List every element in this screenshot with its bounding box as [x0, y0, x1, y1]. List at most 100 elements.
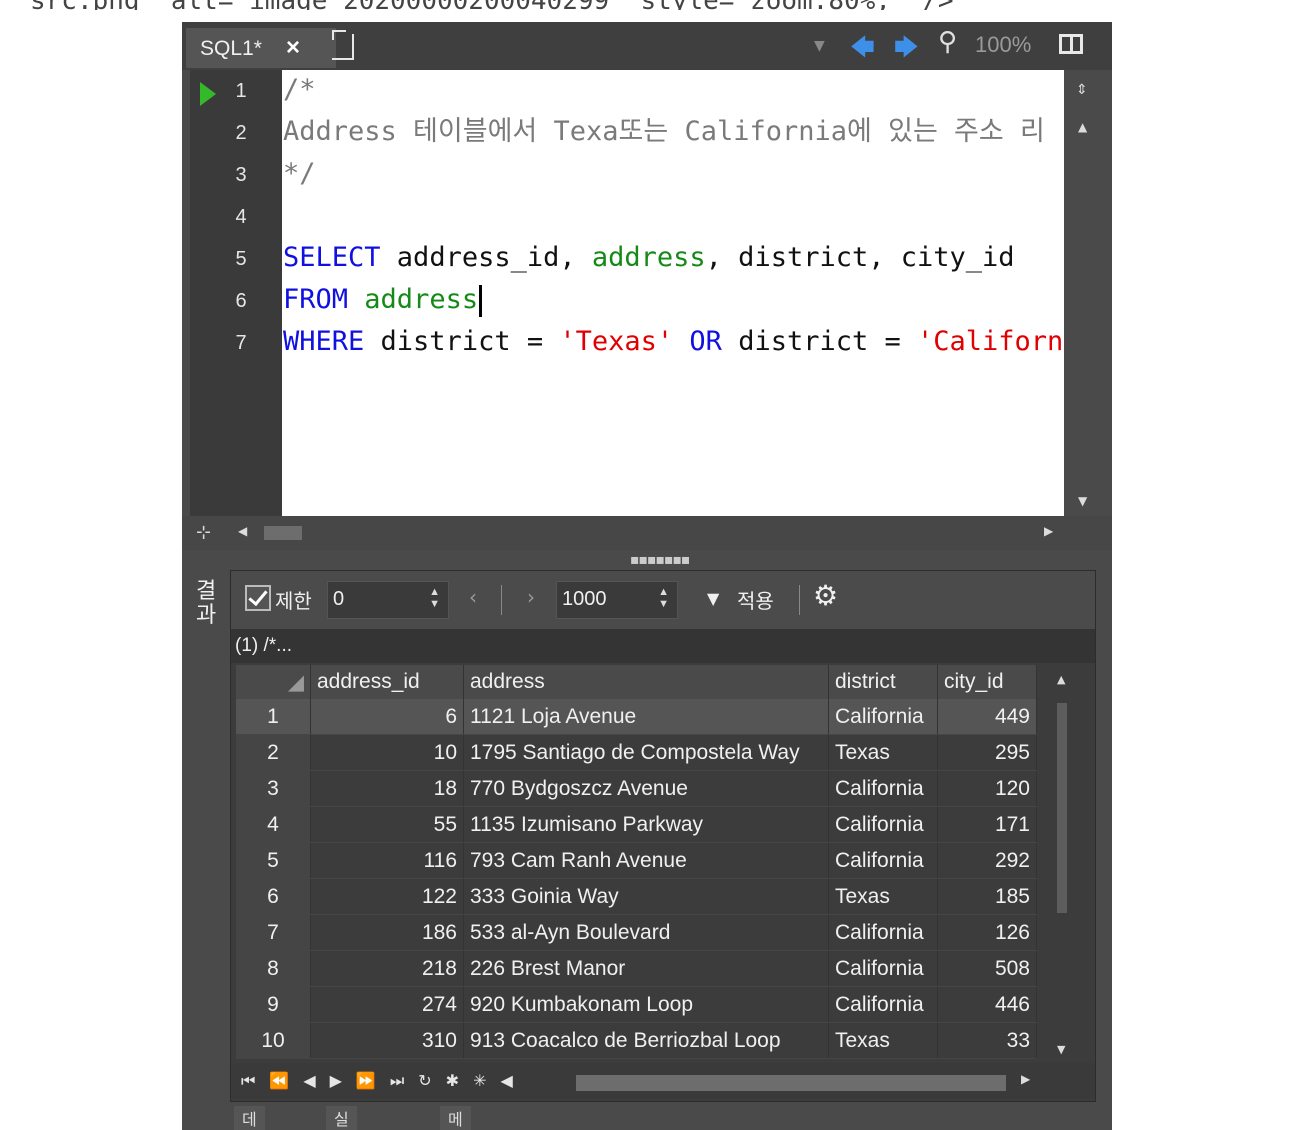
column-header[interactable]: city_id — [937, 665, 1037, 699]
cell-city-id[interactable]: 126 — [937, 914, 1037, 951]
limit-checkbox[interactable] — [245, 585, 271, 611]
table-row[interactable]: 8 218 226 Brest Manor California 508 — [236, 950, 1037, 987]
cell-district[interactable]: California — [828, 770, 938, 807]
cell-city-id[interactable]: 508 — [937, 950, 1037, 987]
page-size-input[interactable]: 1000 ▲ ▼ — [556, 581, 678, 619]
cell-address-id[interactable]: 55 — [310, 806, 464, 843]
cell-address-id[interactable]: 10 — [310, 734, 464, 771]
split-horizontal-icon[interactable]: ⊹ — [196, 522, 211, 543]
cell-address[interactable]: 793 Cam Ranh Avenue — [463, 842, 829, 879]
scroll-left-icon[interactable]: ◀ — [238, 524, 247, 538]
row-number[interactable]: 9 — [236, 986, 311, 1023]
editor-horizontal-scrollbar[interactable]: ⊹ ◀ ▶ — [182, 516, 1112, 550]
tab-execution-plan[interactable]: 실행 계획 — [326, 1106, 357, 1130]
table-row[interactable]: 10 310 913 Coacalco de Berriozbal Loop Texa… — [236, 1022, 1037, 1059]
cell-address-id[interactable]: 274 — [310, 986, 464, 1023]
row-number[interactable]: 1 — [236, 699, 311, 735]
split-view-icon[interactable] — [1059, 34, 1083, 54]
cell-district[interactable]: California — [828, 986, 938, 1023]
cell-district[interactable]: California — [828, 806, 938, 843]
cell-city-id[interactable]: 295 — [937, 734, 1037, 771]
cell-city-id[interactable]: 185 — [937, 878, 1037, 915]
scroll-right-icon[interactable]: ▶ — [1021, 1072, 1030, 1086]
close-icon[interactable]: × — [286, 34, 300, 62]
split-handle-icon[interactable]: ⇕ — [1076, 82, 1088, 98]
grid-scroll-thumb[interactable] — [1057, 703, 1067, 913]
run-marker-icon[interactable] — [200, 82, 216, 106]
cell-city-id[interactable]: 171 — [937, 806, 1037, 843]
navigation-icons[interactable]: ⏮⏪◀▶⏩⏭↻✱✳◀ — [241, 1071, 527, 1091]
editor-vertical-scrollbar[interactable]: ⇕ ▲ ▼ — [1064, 70, 1104, 516]
zoom-level[interactable]: 100% — [975, 32, 1031, 58]
cell-city-id[interactable]: 449 — [937, 699, 1037, 735]
search-icon[interactable]: ⚲ — [938, 27, 957, 57]
cell-address[interactable]: 770 Bydgoszcz Avenue — [463, 770, 829, 807]
cell-address-id[interactable]: 116 — [310, 842, 464, 879]
scroll-down-icon[interactable]: ▼ — [1078, 494, 1087, 508]
cell-address[interactable]: 533 al-Ayn Boulevard — [463, 914, 829, 951]
tab-sql1[interactable]: SQL1* × — [186, 28, 336, 68]
cell-address[interactable]: 333 Goinia Way — [463, 878, 829, 915]
column-header[interactable]: district — [828, 665, 938, 699]
row-number[interactable]: 4 — [236, 806, 311, 843]
scroll-up-icon[interactable]: ▲ — [1078, 120, 1087, 134]
gear-icon[interactable]: ⚙ — [813, 579, 838, 612]
tab-data[interactable]: 데이터 — [234, 1106, 265, 1130]
limit-input[interactable]: 0 ▲ ▼ — [327, 581, 449, 619]
arrow-right-icon[interactable]: 🡆 — [894, 30, 919, 71]
tab-messages[interactable]: 메시지 — [440, 1106, 471, 1130]
row-number[interactable]: 3 — [236, 770, 311, 807]
cell-city-id[interactable]: 120 — [937, 770, 1037, 807]
scroll-up-icon[interactable]: ▲ — [1057, 673, 1065, 686]
next-page-icon[interactable]: › — [527, 585, 535, 609]
spinner-icon[interactable]: ▲ ▼ — [658, 586, 669, 610]
sql-code-editor[interactable]: /* Address 테이블에서 Texa또는 California에 있는 주… — [282, 70, 1064, 516]
grid-horizontal-scroll-thumb[interactable] — [576, 1075, 1006, 1091]
cell-address-id[interactable]: 122 — [310, 878, 464, 915]
column-header[interactable]: address — [463, 665, 829, 699]
row-number[interactable]: 6 — [236, 878, 311, 915]
row-number[interactable]: 10 — [236, 1022, 311, 1059]
row-number[interactable]: 8 — [236, 950, 311, 987]
cell-district[interactable]: California — [828, 842, 938, 879]
cell-city-id[interactable]: 33 — [937, 1022, 1037, 1059]
scroll-thumb[interactable] — [264, 526, 302, 540]
scroll-down-icon[interactable]: ▼ — [1057, 1043, 1065, 1056]
table-row[interactable]: 4 55 1135 Izumisano Parkway California 171 — [236, 806, 1037, 843]
cell-city-id[interactable]: 292 — [937, 842, 1037, 879]
dropdown-icon[interactable]: ▼ — [814, 38, 825, 54]
cell-address[interactable]: 913 Coacalco de Berriozbal Loop — [463, 1022, 829, 1059]
cell-district[interactable]: California — [828, 699, 938, 735]
table-row[interactable]: 7 186 533 al-Ayn Boulevard California 126 — [236, 914, 1037, 951]
cell-address[interactable]: 1135 Izumisano Parkway — [463, 806, 829, 843]
cell-district[interactable]: California — [828, 914, 938, 951]
chevron-down-icon[interactable]: ▼ — [707, 589, 719, 608]
cell-address-id[interactable]: 6 — [310, 699, 464, 735]
apply-button[interactable]: 적용 — [737, 585, 774, 614]
cell-city-id[interactable]: 446 — [937, 986, 1037, 1023]
table-row[interactable]: 5 116 793 Cam Ranh Avenue California 292 — [236, 842, 1037, 879]
prev-page-icon[interactable]: ‹ — [469, 585, 477, 609]
cell-district[interactable]: Texas — [828, 1022, 938, 1059]
column-header[interactable]: address_id — [310, 665, 464, 699]
cell-address[interactable]: 1121 Loja Avenue — [463, 699, 829, 735]
cell-address-id[interactable]: 18 — [310, 770, 464, 807]
cell-address[interactable]: 1795 Santiago de Compostela Way — [463, 734, 829, 771]
query-result-tab[interactable]: (1) /*... — [231, 629, 1095, 663]
row-number[interactable]: 5 — [236, 842, 311, 879]
cell-address[interactable]: 920 Kumbakonam Loop — [463, 986, 829, 1023]
table-row[interactable]: 9 274 920 Kumbakonam Loop California 446 — [236, 986, 1037, 1023]
cell-address-id[interactable]: 310 — [310, 1022, 464, 1059]
splitter-grip[interactable]: ▪▪▪▪▪▪▪ — [630, 552, 690, 568]
spinner-icon[interactable]: ▲ ▼ — [429, 586, 440, 610]
arrow-left-icon[interactable]: 🡄 — [850, 30, 875, 71]
row-number[interactable]: 7 — [236, 914, 311, 951]
table-row[interactable]: 3 18 770 Bydgoszcz Avenue California 120 — [236, 770, 1037, 807]
table-row[interactable]: 2 10 1795 Santiago de Compostela Way Texas 2… — [236, 734, 1037, 771]
cell-address[interactable]: 226 Brest Manor — [463, 950, 829, 987]
table-row[interactable]: 6 122 333 Goinia Way Texas 185 — [236, 878, 1037, 915]
cell-district[interactable]: California — [828, 950, 938, 987]
cell-address-id[interactable]: 218 — [310, 950, 464, 987]
cell-district[interactable]: Texas — [828, 878, 938, 915]
table-row[interactable]: 1 6 1121 Loja Avenue California 449 — [236, 699, 1037, 735]
